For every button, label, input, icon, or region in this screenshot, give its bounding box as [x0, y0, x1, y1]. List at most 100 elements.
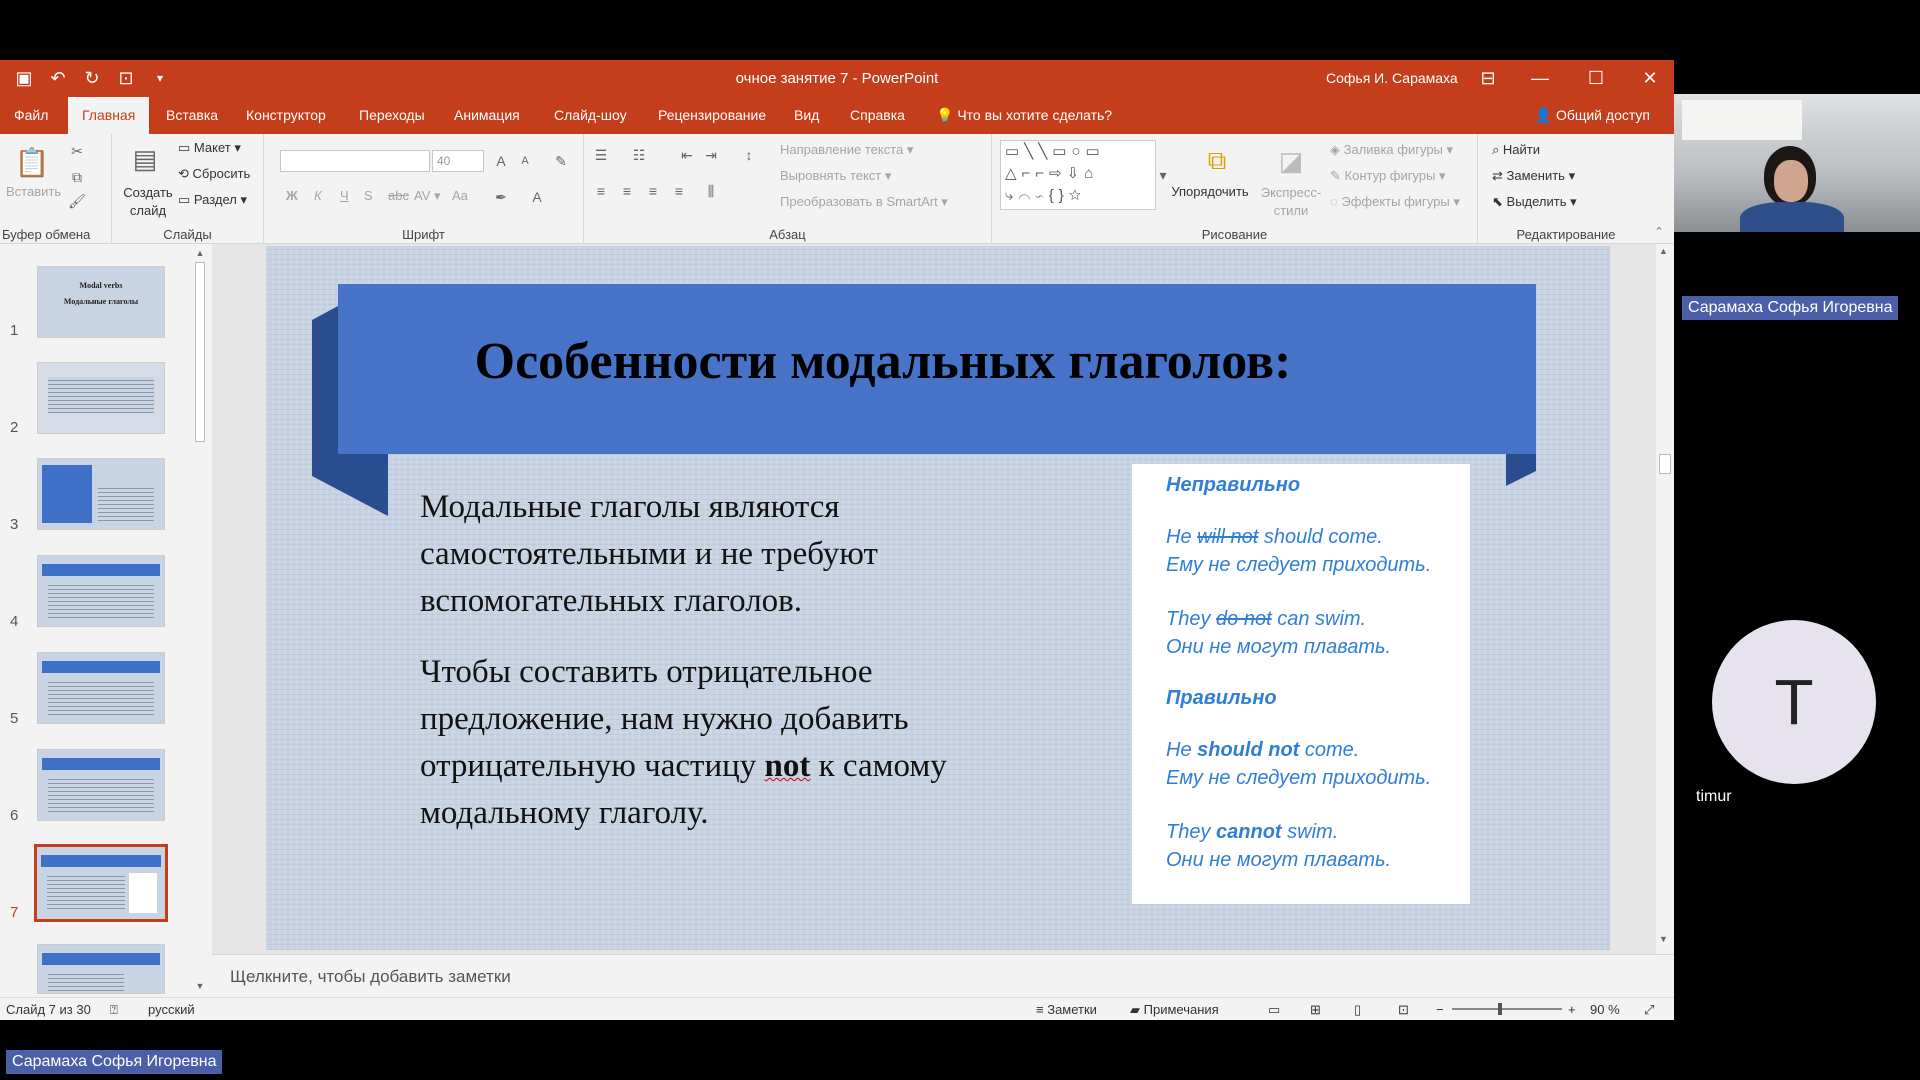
font-size-combo[interactable]: 40 — [432, 150, 484, 172]
account-name[interactable]: Софья И. Сарамаха — [1326, 70, 1458, 86]
format-painter-icon[interactable]: 🖌 — [68, 192, 86, 210]
zoom-in-icon[interactable]: + — [1568, 1002, 1576, 1017]
change-case-button[interactable]: Aa — [452, 188, 468, 203]
decrease-indent-icon[interactable]: ⇤ — [678, 146, 696, 164]
shape-fill-button[interactable]: ◈ Заливка фигуры ▾ — [1330, 142, 1453, 158]
reset-button[interactable]: ⟲ Сбросить — [178, 166, 250, 182]
align-center-icon[interactable]: ≡ — [618, 182, 636, 200]
quick-styles-button[interactable]: Экспресс-стили — [1256, 184, 1326, 220]
fit-to-window-icon[interactable]: ⤢ — [1644, 1002, 1654, 1018]
tab-file[interactable]: Файл — [0, 97, 62, 134]
tell-me-search[interactable]: 💡 Что вы хотите сделать? — [922, 97, 1126, 134]
underline-button[interactable]: Ч — [340, 188, 349, 203]
slide-thumbnail-2[interactable] — [37, 362, 165, 434]
reading-view-icon[interactable]: ▯ — [1354, 1002, 1361, 1018]
spellcheck-icon[interactable]: ⍰ — [110, 1002, 118, 1018]
language-indicator[interactable]: русский — [148, 1002, 195, 1017]
copy-icon[interactable]: ⧉ — [68, 168, 86, 186]
tab-home[interactable]: Главная — [68, 97, 150, 134]
numbering-icon[interactable]: ☷ — [630, 146, 648, 164]
tab-transitions[interactable]: Переходы — [345, 97, 439, 134]
paste-icon[interactable]: 📋 — [14, 144, 50, 180]
scroll-down-icon[interactable]: ▼ — [193, 981, 207, 993]
tab-insert[interactable]: Вставка — [152, 97, 232, 134]
share-button[interactable]: 👤 Общий доступ — [1535, 97, 1650, 134]
increase-indent-icon[interactable]: ⇥ — [702, 146, 720, 164]
new-slide-icon[interactable]: ▤ — [128, 142, 162, 176]
highlight-icon[interactable]: ✒ — [492, 188, 510, 206]
smartart-button[interactable]: Преобразовать в SmartArt ▾ — [780, 194, 948, 210]
quick-styles-icon[interactable]: ◪ — [1274, 144, 1308, 178]
tab-review[interactable]: Рецензирование — [644, 97, 780, 134]
thumbnails-scrollbar[interactable]: ▲ ▼ — [193, 248, 207, 993]
scroll-thumb[interactable] — [1659, 454, 1671, 474]
slide-sorter-icon[interactable]: ⊞ — [1310, 1002, 1321, 1018]
line-spacing-icon[interactable]: ↕ — [740, 146, 758, 164]
zoom-slider[interactable] — [1452, 1008, 1562, 1010]
shadow-button[interactable]: S — [364, 188, 373, 203]
slideshow-view-icon[interactable]: ⊡ — [1398, 1002, 1409, 1018]
shape-outline-button[interactable]: ✎ Контур фигуры ▾ — [1330, 168, 1446, 184]
shape-effects-button[interactable]: ◌ Эффекты фигуры ▾ — [1330, 194, 1460, 210]
scroll-down-icon[interactable]: ▼ — [1659, 934, 1668, 944]
scroll-up-icon[interactable]: ▲ — [193, 248, 207, 260]
replace-button[interactable]: ⇄ Заменить ▾ — [1492, 168, 1575, 184]
section-button[interactable]: ▭ Раздел ▾ — [178, 192, 247, 208]
tab-slideshow[interactable]: Слайд-шоу — [540, 97, 641, 134]
slide-thumbnail-3[interactable] — [37, 458, 165, 530]
maximize-button[interactable]: ☐ — [1576, 64, 1616, 92]
slide-title[interactable]: Особенности модальных глаголов: — [338, 332, 1388, 391]
close-button[interactable]: ✕ — [1630, 64, 1670, 92]
arrange-button[interactable]: Упорядочить — [1164, 184, 1256, 199]
slide-thumbnail-4[interactable] — [37, 555, 165, 627]
slide-canvas[interactable]: Особенности модальных глаголов: Модальны… — [266, 246, 1610, 950]
tab-design[interactable]: Конструктор — [232, 97, 340, 134]
zoom-level[interactable]: 90 % — [1590, 1002, 1620, 1017]
slide-thumbnail-1[interactable]: Modal verbs Модальные глаголы — [37, 266, 165, 338]
columns-icon[interactable]: ⫼ — [702, 182, 720, 200]
strikethrough-button[interactable]: abc — [388, 188, 409, 203]
find-button[interactable]: ⌕ Найти — [1492, 142, 1540, 158]
slide-thumbnail-6[interactable] — [37, 749, 165, 821]
layout-button[interactable]: ▭ Макет ▾ — [178, 140, 241, 156]
zoom-slider-handle[interactable] — [1498, 1003, 1502, 1015]
justify-icon[interactable]: ≡ — [670, 182, 688, 200]
collapse-ribbon-icon[interactable]: ⌃ — [1650, 222, 1668, 240]
align-right-icon[interactable]: ≡ — [644, 182, 662, 200]
font-name-combo[interactable] — [280, 150, 430, 172]
clear-formatting-icon[interactable]: ✎ — [552, 152, 570, 170]
paste-button[interactable]: Вставить — [6, 184, 61, 199]
arrange-icon[interactable]: ⧉ — [1200, 144, 1234, 178]
slide-paragraph-1[interactable]: Модальные глаголы являются самостоятельн… — [420, 484, 980, 625]
zoom-out-icon[interactable]: − — [1436, 1002, 1444, 1017]
slide-paragraph-2[interactable]: Чтобы составить отрицательное предложени… — [420, 649, 1020, 837]
examples-box[interactable]: Неправильно He will not should come. Ему… — [1132, 464, 1470, 904]
shapes-gallery[interactable]: ▭╲╲▭○▭ △⌐⌐⇨⇩⌂ ⤷⌒∽{}☆ — [1000, 140, 1156, 210]
slide-thumbnail-8[interactable] — [37, 944, 165, 994]
slide-thumbnail-5[interactable] — [37, 652, 165, 724]
scroll-thumb[interactable] — [195, 262, 205, 442]
tab-view[interactable]: Вид — [780, 97, 833, 134]
minimize-button[interactable]: — — [1520, 64, 1560, 92]
character-spacing-button[interactable]: AV ▾ — [414, 188, 441, 204]
text-direction-button[interactable]: Направление текста ▾ — [780, 142, 913, 158]
ribbon-display-options-icon[interactable]: ⊟ — [1468, 64, 1508, 92]
scroll-up-icon[interactable]: ▲ — [1659, 246, 1668, 256]
comments-toggle[interactable]: ▰ Примечания — [1130, 1002, 1219, 1018]
decrease-font-icon[interactable]: A — [516, 152, 534, 170]
tab-help[interactable]: Справка — [836, 97, 919, 134]
align-left-icon[interactable]: ≡ — [592, 182, 610, 200]
normal-view-icon[interactable]: ▭ — [1268, 1002, 1280, 1018]
bold-button[interactable]: Ж — [286, 188, 298, 203]
align-text-button[interactable]: Выровнять текст ▾ — [780, 168, 891, 184]
tab-animations[interactable]: Анимация — [440, 97, 534, 134]
shapes-more-icon[interactable]: ▾ — [1154, 140, 1172, 210]
notes-toggle[interactable]: ≡ Заметки — [1036, 1002, 1097, 1017]
select-button[interactable]: ⬉ Выделить ▾ — [1492, 194, 1577, 210]
font-color-icon[interactable]: A — [528, 188, 546, 206]
slide-scrollbar[interactable]: ▲ ▼ — [1656, 244, 1674, 954]
italic-button[interactable]: К — [314, 188, 322, 203]
notes-pane[interactable]: Щелкните, чтобы добавить заметки — [212, 954, 1674, 997]
increase-font-icon[interactable]: A — [492, 152, 510, 170]
bullets-icon[interactable]: ☰ — [592, 146, 610, 164]
